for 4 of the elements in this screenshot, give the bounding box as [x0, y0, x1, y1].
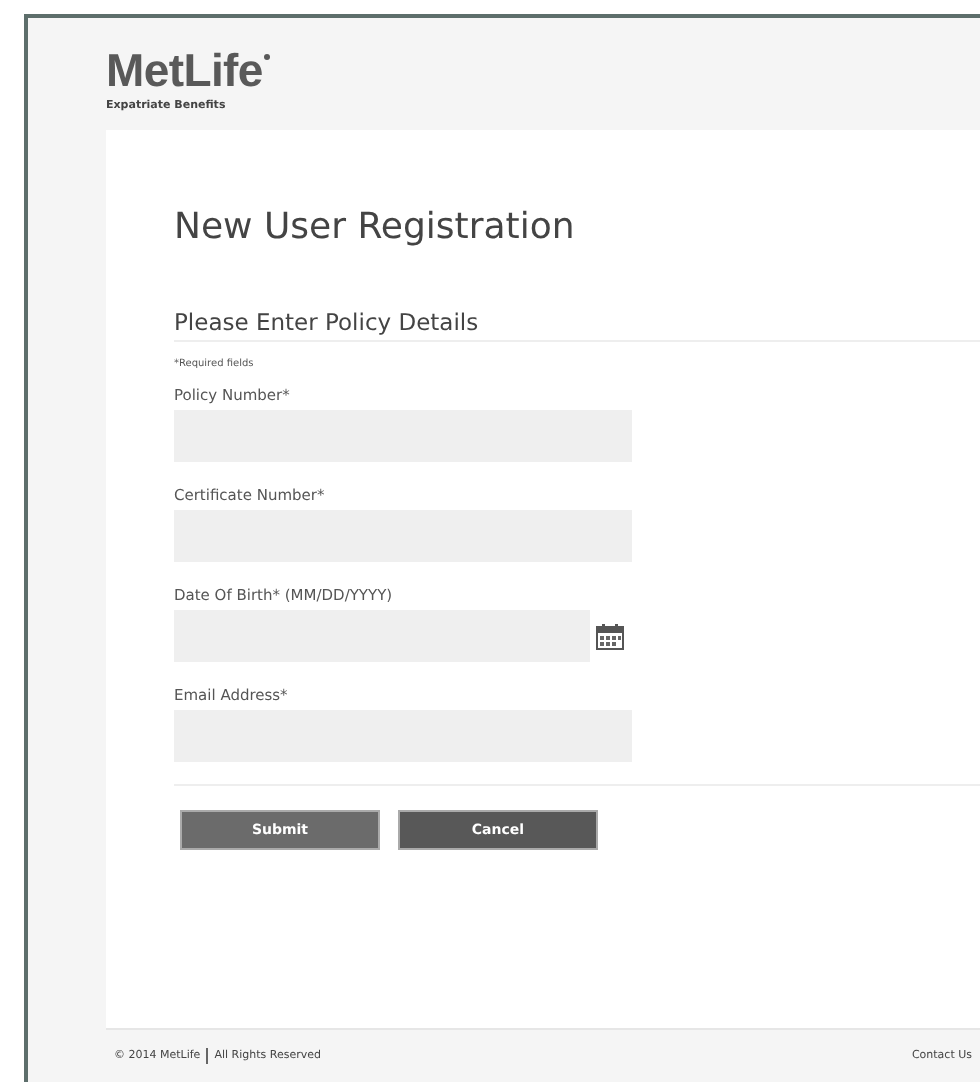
logo-text: MetLife — [106, 48, 271, 92]
page-title: New User Registration — [174, 204, 577, 252]
section-title: Please Enter Policy Details — [174, 308, 479, 336]
calendar-icon[interactable] — [596, 623, 624, 649]
